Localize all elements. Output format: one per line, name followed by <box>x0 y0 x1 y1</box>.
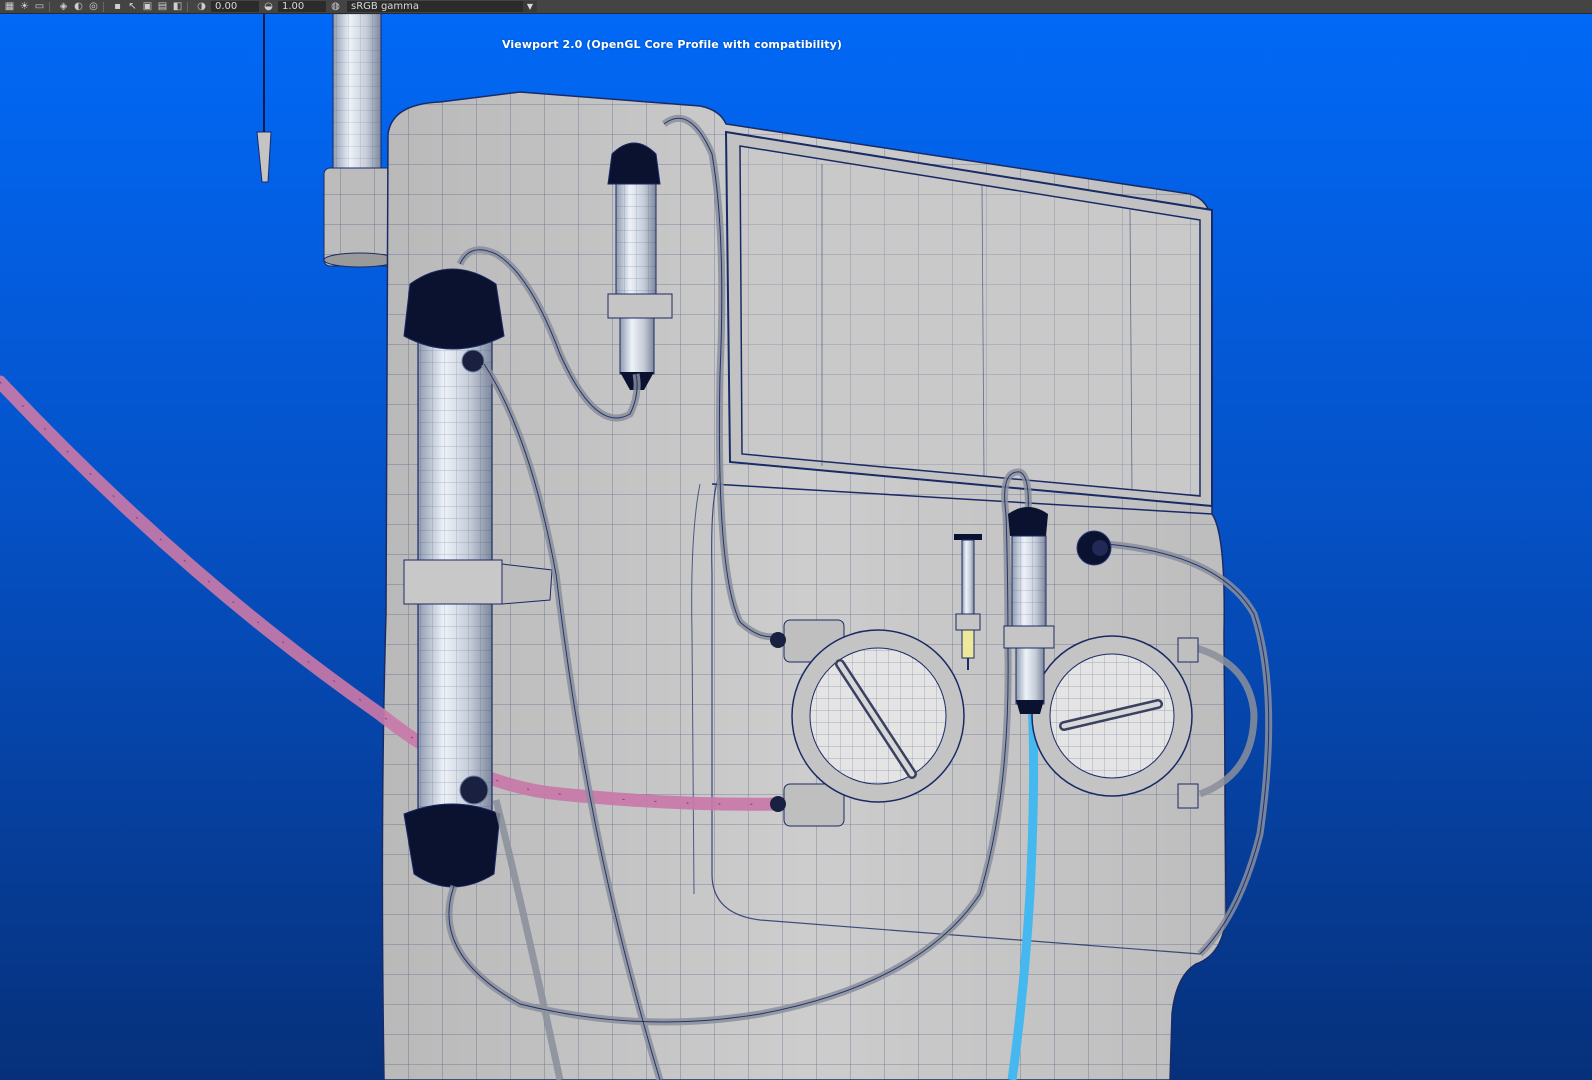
color-space-select[interactable]: sRGB gamma ▼ <box>347 1 537 12</box>
viewport-toolbar: ▦ ☀ ▭ ◈ ◐ ◎ ▪ ↖ ▣ ▤ ◧ ◑ 0.00 ◒ 1.00 ◍ sR… <box>0 0 1592 14</box>
isolate-icon[interactable]: ◎ <box>88 1 99 12</box>
control-knob[interactable] <box>1076 530 1112 566</box>
gamma-icon[interactable]: ◒ <box>263 1 274 12</box>
select-icon[interactable]: ▪ <box>112 1 123 12</box>
bulb-icon[interactable]: ☀ <box>19 1 30 12</box>
frame-icon[interactable]: ▤ <box>157 1 168 12</box>
colorspace-icon[interactable]: ◍ <box>330 1 341 12</box>
camera-icon[interactable]: ◧ <box>172 1 183 12</box>
color-space-value: sRGB gamma <box>351 1 420 12</box>
layers-icon[interactable]: ◈ <box>58 1 69 12</box>
viewport-scene[interactable] <box>0 14 1592 1080</box>
snap-icon[interactable]: ↖ <box>127 1 138 12</box>
toolbar-divider <box>187 1 188 12</box>
exposure-input[interactable]: 0.00 <box>211 1 259 12</box>
render-region-icon[interactable]: ▭ <box>34 1 45 12</box>
checker-icon[interactable]: ▦ <box>4 1 15 12</box>
exposure-icon[interactable]: ◑ <box>196 1 207 12</box>
paint-icon[interactable]: ◐ <box>73 1 84 12</box>
toolbar-divider <box>103 1 104 12</box>
toolbar-divider <box>49 1 50 12</box>
renderer-label: Viewport 2.0 (OpenGL Core Profile with c… <box>502 38 843 51</box>
3d-viewport[interactable]: Viewport 2.0 (OpenGL Core Profile with c… <box>0 14 1592 1080</box>
gamma-input[interactable]: 1.00 <box>278 1 326 12</box>
chevron-down-icon[interactable]: ▼ <box>523 1 537 12</box>
pin-icon[interactable]: ▣ <box>142 1 153 12</box>
hanging-needle[interactable] <box>256 14 272 183</box>
